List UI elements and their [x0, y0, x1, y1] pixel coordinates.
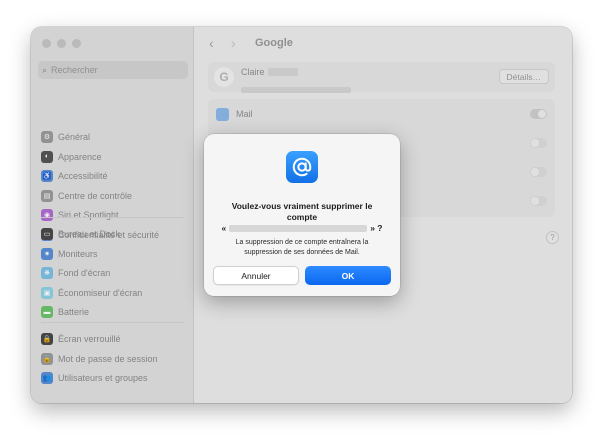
dialog-title: Voulez-vous vraiment supprimer le compte: [231, 201, 373, 222]
mail-at-icon: [286, 151, 318, 183]
redacted-account: [229, 224, 368, 232]
ok-button[interactable]: OK: [305, 266, 391, 285]
dialog-message: La suppression de ce compte entraînera l…: [235, 239, 369, 256]
close-quote: » ?: [370, 223, 383, 233]
cancel-button[interactable]: Annuler: [213, 266, 299, 285]
dialog-account-line: « » ?: [218, 223, 386, 233]
open-quote: «: [221, 223, 227, 233]
delete-account-dialog: Voulez-vous vraiment supprimer le compte…: [204, 134, 400, 296]
